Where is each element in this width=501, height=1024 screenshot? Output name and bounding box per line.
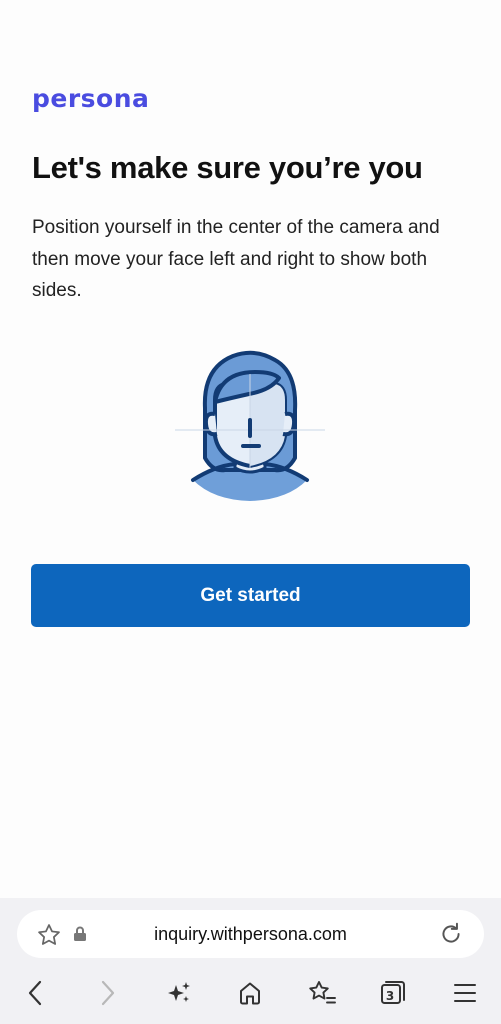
address-bar[interactable]: inquiry.withpersona.com <box>17 910 484 958</box>
tab-count: 3 <box>385 989 395 1003</box>
persona-logo: persona <box>32 84 150 113</box>
face-scan-icon <box>175 348 325 503</box>
page: persona Let's make sure you’re you Posit… <box>0 0 501 1024</box>
forward-icon[interactable] <box>93 976 123 1010</box>
tabs-icon[interactable]: 3 <box>378 978 408 1008</box>
home-icon[interactable] <box>235 978 265 1008</box>
sparkle-icon[interactable] <box>164 978 194 1008</box>
get-started-button[interactable]: Get started <box>31 564 470 627</box>
page-title: Let's make sure you’re you <box>32 150 423 185</box>
menu-icon[interactable] <box>450 978 480 1008</box>
bookmarks-icon[interactable] <box>306 978 338 1008</box>
url-text[interactable]: inquiry.withpersona.com <box>17 910 484 958</box>
instructions-text: Position yourself in the center of the c… <box>32 217 440 301</box>
back-icon[interactable] <box>20 976 50 1010</box>
reload-icon[interactable] <box>437 920 465 948</box>
